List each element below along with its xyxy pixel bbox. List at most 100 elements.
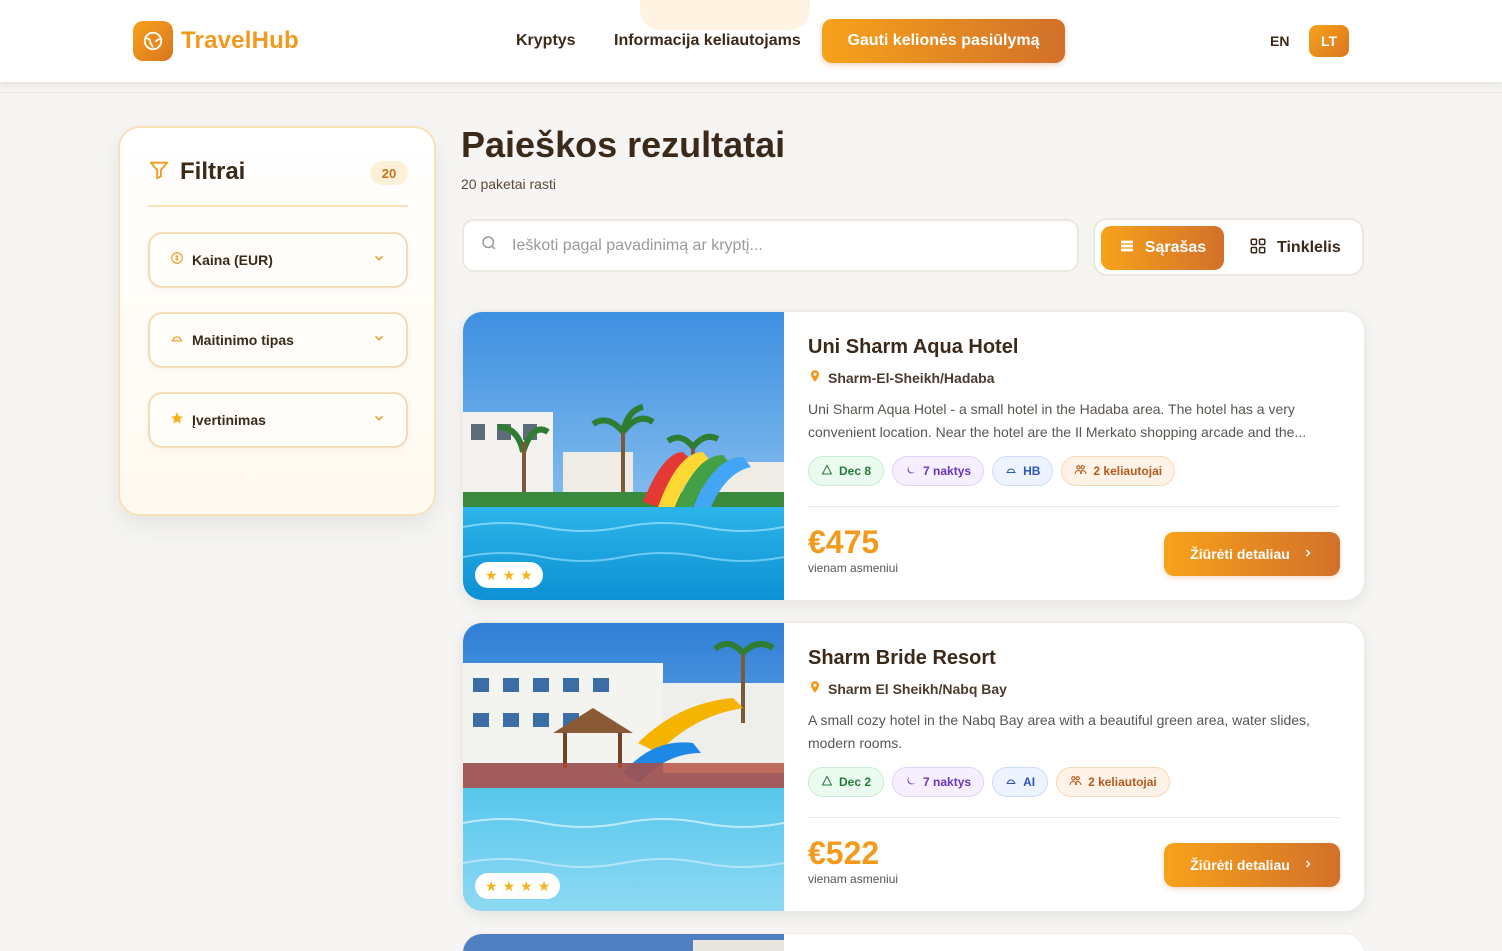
- results-count: 20 paketai rasti: [461, 176, 556, 192]
- search-input[interactable]: [512, 236, 1052, 255]
- people-icon: [1074, 463, 1087, 479]
- divider: [0, 92, 1502, 93]
- nights-chip-label: 7 naktys: [923, 464, 972, 478]
- price: €522: [808, 835, 880, 871]
- view-list-button[interactable]: Sąrašas: [1101, 226, 1224, 270]
- plane-icon: [821, 463, 833, 479]
- search-box[interactable]: [462, 219, 1079, 272]
- nav-link-destinations[interactable]: Kryptys: [516, 32, 576, 50]
- hotel-tags: Dec 8 7 naktys HB 2 keliautojai: [808, 456, 1340, 486]
- funnel-icon: [148, 159, 170, 186]
- star-icon: ★: [537, 877, 551, 894]
- star-icon: [170, 411, 184, 430]
- board-chip: HB: [992, 456, 1054, 486]
- filter-rating[interactable]: Įvertinimas: [148, 392, 408, 448]
- date-chip: Dec 2: [808, 767, 885, 797]
- chevron-down-icon: [372, 251, 386, 270]
- star-icon: ★: [485, 877, 498, 894]
- travelers-chip-label: 2 keliautojai: [1093, 464, 1163, 478]
- hotel-location-text: Sharm El Sheikh/Nabq Bay: [828, 680, 1007, 697]
- filters-title: Filtrai: [180, 158, 246, 185]
- view-details-button[interactable]: Žiūrėti detaliau: [1164, 843, 1340, 887]
- get-offer-button[interactable]: Gauti kelionės pasiūlymą: [822, 19, 1065, 63]
- header-decoration: [640, 0, 810, 30]
- chevron-down-icon: [372, 411, 386, 430]
- star-rating: ★ ★ ★: [475, 562, 543, 588]
- date-chip-label: Dec 2: [839, 775, 872, 789]
- view-details-label: Žiūrėti detaliau: [1190, 857, 1290, 873]
- filters-divider: [148, 205, 408, 207]
- star-icon: ★: [485, 566, 498, 583]
- filter-price-label: Kaina (EUR): [192, 252, 273, 268]
- view-grid-button[interactable]: Tinklelis: [1249, 226, 1359, 270]
- hotel-tags: Dec 2 7 naktys AI 2 keliautojai: [808, 767, 1340, 797]
- view-grid-label: Tinklelis: [1277, 239, 1341, 256]
- travelers-chip: 2 keliautojai: [1061, 456, 1176, 486]
- view-details-button[interactable]: Žiūrėti detaliau: [1164, 532, 1340, 576]
- card-divider: [808, 506, 1340, 507]
- board-chip: AI: [992, 767, 1049, 797]
- dish-icon: [1005, 464, 1017, 479]
- nights-chip-label: 7 naktys: [923, 775, 972, 789]
- moon-icon: [905, 464, 917, 479]
- star-icon: ★: [520, 566, 533, 583]
- filter-price[interactable]: Kaina (EUR): [148, 232, 408, 288]
- chevron-right-icon: [1302, 546, 1314, 562]
- price-unit: vienam asmeniui: [808, 561, 899, 575]
- chevron-down-icon: [372, 331, 386, 350]
- star-icon: ★: [520, 877, 533, 894]
- filters-panel: Filtrai 20 Kaina (EUR) Maitinimo tipas Į…: [118, 126, 436, 516]
- star-rating: ★ ★ ★ ★: [475, 873, 561, 899]
- brand-logo[interactable]: TravelHub: [133, 21, 299, 61]
- price: €475: [808, 524, 880, 560]
- hotel-name[interactable]: Sharm Bride Resort: [808, 647, 1340, 670]
- board-chip-label: AI: [1023, 775, 1036, 789]
- star-icon: ★: [502, 566, 516, 583]
- hotel-card-body: Uni Sharm Aqua Hotel Sharm-El-Sheikh/Had…: [808, 336, 1340, 486]
- hotel-card[interactable]: [462, 933, 1365, 951]
- nav-link-traveler-info[interactable]: Informacija keliautojams: [614, 32, 801, 50]
- travelers-chip-label: 2 keliautojai: [1088, 775, 1157, 789]
- nights-chip: 7 naktys: [892, 456, 985, 486]
- filter-meal-type[interactable]: Maitinimo tipas: [148, 312, 408, 368]
- price-unit: vienam asmeniui: [808, 872, 899, 886]
- map-pin-icon: [808, 369, 822, 386]
- people-icon: [1069, 774, 1082, 790]
- hotel-image[interactable]: ★ ★ ★ ★: [463, 623, 784, 911]
- brand-name: TravelHub: [181, 27, 299, 54]
- filters-header: Filtrai: [148, 158, 245, 186]
- plane-icon: [821, 774, 833, 790]
- hotel-card-body: Sharm Bride Resort Sharm El Sheikh/Nabq …: [808, 647, 1340, 797]
- search-icon: [480, 234, 498, 257]
- hotel-location: Sharm El Sheikh/Nabq Bay: [808, 680, 1340, 697]
- grid-icon: [1249, 237, 1267, 260]
- date-chip-label: Dec 8: [839, 464, 872, 478]
- view-list-label: Sąrašas: [1144, 239, 1207, 256]
- date-chip: Dec 8: [808, 456, 885, 486]
- filter-rating-label: Įvertinimas: [192, 412, 266, 428]
- moon-icon: [905, 775, 917, 790]
- hotel-location: Sharm-El-Sheikh/Hadaba: [808, 369, 1340, 386]
- lang-en-button[interactable]: EN: [1270, 33, 1289, 49]
- filter-meal-label: Maitinimo tipas: [192, 332, 294, 348]
- star-icon: ★: [502, 877, 516, 894]
- dish-icon: [170, 331, 184, 350]
- page-title: Paieškos rezultatai: [461, 124, 786, 165]
- hotel-name[interactable]: Uni Sharm Aqua Hotel: [808, 336, 1340, 359]
- hotel-description: Uni Sharm Aqua Hotel - a small hotel in …: [808, 401, 1307, 440]
- hotel-location-text: Sharm-El-Sheikh/Hadaba: [828, 369, 995, 386]
- filters-count-badge: 20: [370, 161, 408, 185]
- hotel-card[interactable]: ★ ★ ★ Uni Sharm Aqua Hotel Sharm-El-Sheikh…: [462, 311, 1365, 601]
- top-navbar: TravelHub Kryptys Informacija keliautoja…: [0, 0, 1502, 83]
- list-icon: [1119, 238, 1135, 259]
- hotel-image[interactable]: [463, 934, 784, 951]
- globe-icon: [133, 21, 173, 61]
- hotel-image[interactable]: ★ ★ ★: [463, 312, 784, 600]
- nights-chip: 7 naktys: [892, 767, 985, 797]
- dish-icon: [1005, 775, 1017, 790]
- hotel-description: A small cozy hotel in the Nabq Bay area …: [808, 712, 1310, 751]
- lang-lt-button[interactable]: LT: [1309, 25, 1349, 57]
- hotel-card[interactable]: ★ ★ ★ ★ Sharm Bride Resort Sharm El Sheikh/…: [462, 622, 1365, 912]
- coin-icon: [170, 251, 184, 270]
- view-details-label: Žiūrėti detaliau: [1190, 546, 1290, 562]
